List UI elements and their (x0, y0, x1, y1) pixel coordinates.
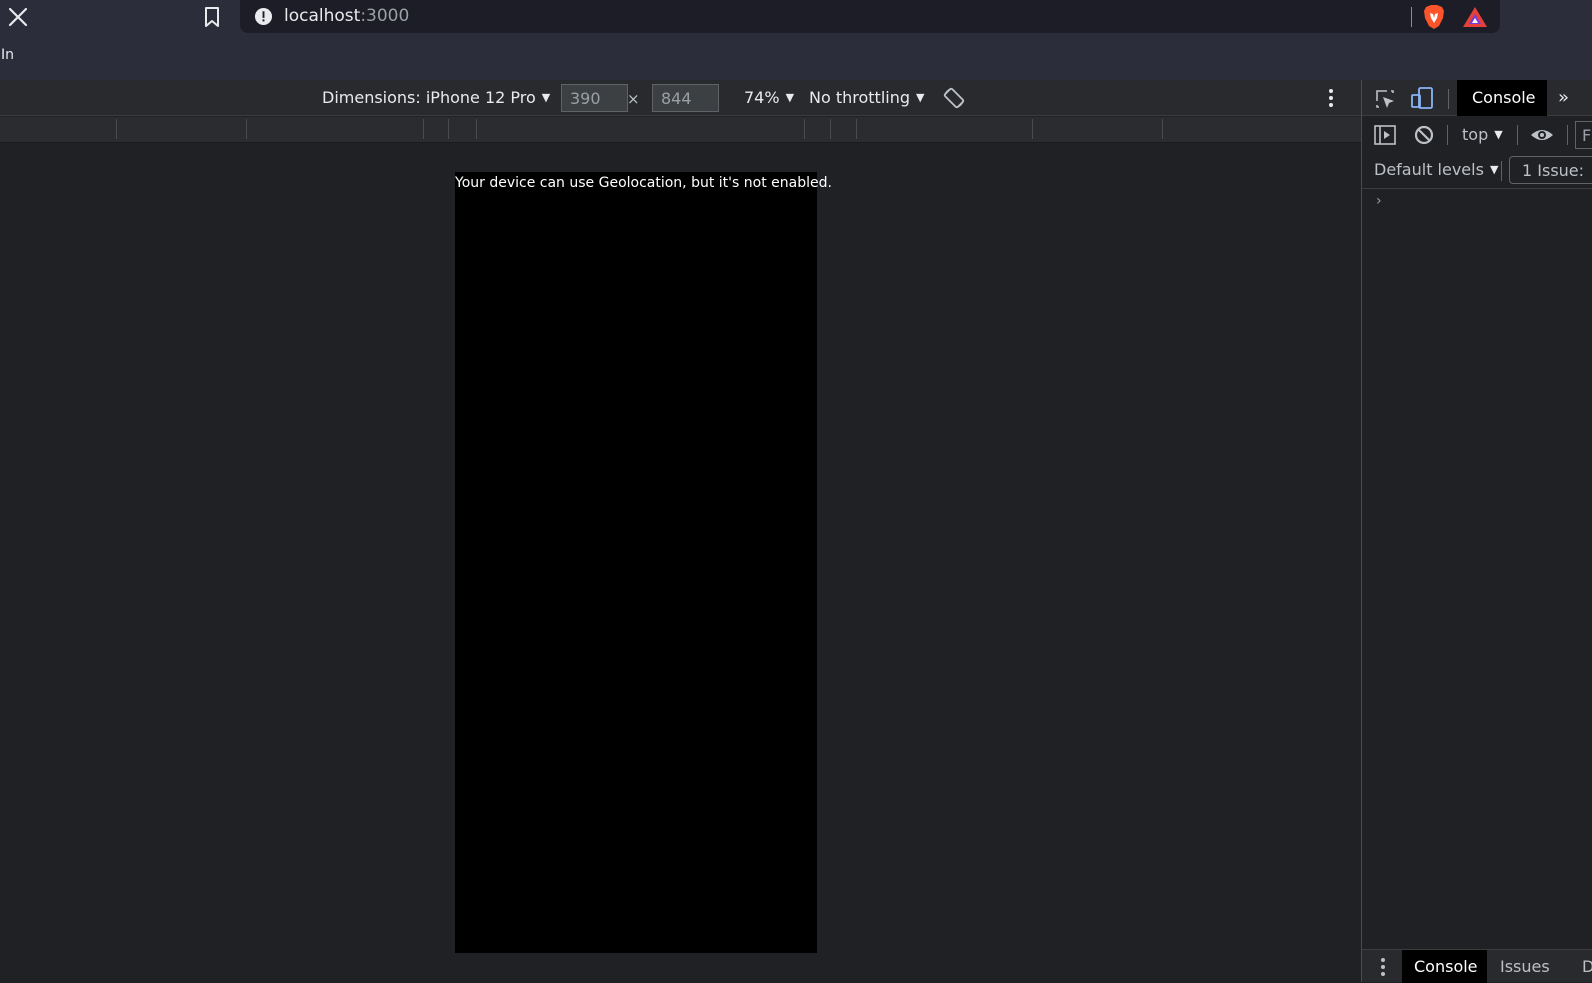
context-label: top (1462, 125, 1489, 144)
log-levels-select[interactable]: Default levels ▼ (1374, 160, 1498, 179)
throttling-label: No throttling (809, 88, 911, 107)
more-tabs-chevron-icon[interactable]: » (1558, 87, 1569, 108)
caret-down-icon: ▼ (1494, 128, 1503, 141)
javascript-context-select[interactable]: top ▼ (1462, 125, 1503, 144)
throttling-select[interactable]: No throttling ▼ (809, 88, 924, 107)
ruler-tick (448, 119, 449, 139)
drawer-tab-truncated[interactable]: D (1582, 957, 1592, 976)
clear-console-icon[interactable] (1413, 124, 1435, 146)
caret-down-icon: ▼ (785, 91, 795, 104)
url-host: localhost (284, 6, 361, 26)
tab-console[interactable]: Console (1457, 80, 1547, 116)
toolbar-divider (1567, 125, 1568, 145)
caret-down-icon: ▼ (541, 91, 551, 104)
brave-lion-icon[interactable] (1422, 4, 1446, 30)
brave-rewards-icon[interactable] (1462, 6, 1488, 28)
device-dimensions-label: Dimensions: iPhone 12 Pro (322, 88, 536, 107)
console-toolbar: top ▼ F (1362, 117, 1592, 153)
toolbar-divider (1447, 125, 1448, 145)
ruler-tick (856, 119, 857, 139)
ruler-tick (423, 119, 424, 139)
dimension-separator: × (627, 90, 640, 108)
ruler-tick (830, 119, 831, 139)
toolbar-divider (1448, 89, 1449, 109)
sidebar-toggle-icon[interactable] (1374, 125, 1396, 145)
toolbar-divider (1501, 161, 1502, 181)
devtools-tab-bar: Console » (1362, 80, 1592, 116)
console-prompt-chevron-icon[interactable]: › (1376, 193, 1382, 209)
inspect-element-icon[interactable] (1374, 88, 1396, 110)
close-icon[interactable] (6, 5, 30, 29)
browser-toolbar: localhost:3000 In (0, 0, 1592, 80)
caret-down-icon: ▼ (916, 91, 925, 104)
address-bar[interactable]: localhost:3000 (240, 0, 1500, 33)
info-icon[interactable] (254, 7, 273, 26)
ruler-tick (476, 119, 477, 139)
device-toolbar: Dimensions: iPhone 12 Pro ▼ 390 × 844 74%… (0, 80, 1361, 116)
ruler-tick (116, 119, 117, 139)
zoom-select[interactable]: 74% ▼ (744, 88, 794, 107)
levels-label: Default levels (1374, 160, 1484, 179)
omnibox-divider (1411, 7, 1412, 27)
console-filter-input[interactable]: F (1575, 121, 1592, 149)
caret-down-icon: ▼ (1489, 163, 1499, 176)
device-screen[interactable]: Your device can use Geolocation, but it'… (455, 172, 832, 953)
live-expression-eye-icon[interactable] (1530, 125, 1554, 145)
devtools-drawer-tabbar: Console Issues D (1362, 949, 1592, 983)
drawer-tab-console[interactable]: Console (1402, 950, 1487, 983)
geolocation-message: Your device can use Geolocation, but it'… (455, 175, 832, 191)
url-port: :3000 (360, 6, 410, 26)
zoom-label: 74% (744, 88, 780, 107)
devtools-panel: Console » top ▼ F Default levels ▼ 1 Issue… (1361, 80, 1592, 983)
viewport-width-input[interactable]: 390 (561, 84, 628, 112)
ruler-tick (246, 119, 247, 139)
rotate-icon[interactable] (942, 86, 966, 110)
media-query-ruler[interactable] (0, 117, 1361, 143)
bookmark-icon[interactable] (202, 6, 222, 28)
device-toggle-icon[interactable] (1410, 86, 1434, 110)
issues-label: 1 Issue: (1522, 161, 1585, 180)
more-vertical-icon[interactable] (1378, 956, 1388, 978)
device-dimensions-select[interactable]: Dimensions: iPhone 12 Pro ▼ (322, 88, 550, 107)
ruler-tick (1162, 119, 1163, 139)
partial-bookmark-text: In (1, 47, 15, 63)
ruler-tick (804, 119, 805, 139)
issues-counter-button[interactable]: 1 Issue: (1509, 156, 1592, 184)
console-levels-bar: Default levels ▼ 1 Issue: (1362, 153, 1592, 189)
more-vertical-icon[interactable] (1326, 86, 1336, 110)
ruler-tick (1032, 119, 1033, 139)
toolbar-divider (1517, 125, 1518, 145)
emulation-viewport-area: Your device can use Geolocation, but it'… (0, 143, 1361, 982)
url-text[interactable]: localhost:3000 (284, 6, 409, 26)
drawer-tab-issues[interactable]: Issues (1500, 957, 1550, 976)
viewport-height-input[interactable]: 844 (652, 84, 719, 112)
